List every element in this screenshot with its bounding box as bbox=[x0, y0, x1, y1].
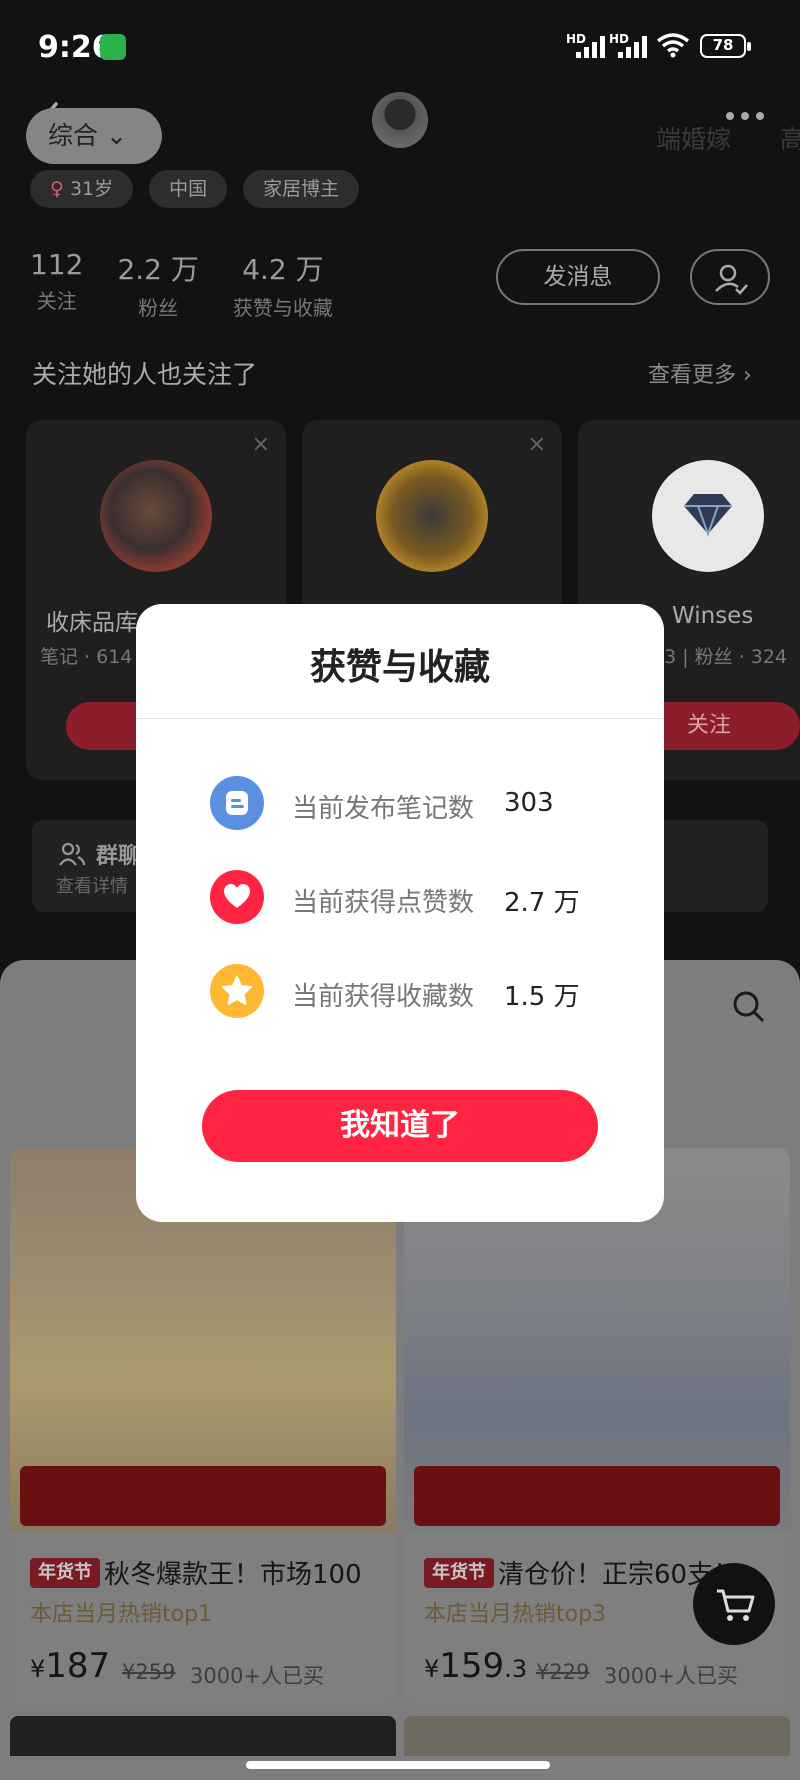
recommend-more-link[interactable]: 查看更多 › bbox=[648, 357, 752, 389]
recommend-sub: 笔记 · 614 bbox=[40, 646, 133, 668]
got-it-button[interactable]: 我知道了 bbox=[202, 1090, 598, 1162]
profile-stats: 112 关注 2.2 万 粉丝 4.2 万 获赞与收藏 bbox=[30, 248, 333, 321]
age-tag: ♀ 31岁 bbox=[30, 170, 134, 208]
sort-dropdown[interactable]: 综合 ⌄ bbox=[26, 108, 162, 164]
notes-count-value: 303 bbox=[504, 788, 554, 818]
wifi-icon bbox=[656, 33, 690, 58]
cart-icon bbox=[717, 1589, 755, 1621]
promo-banner bbox=[414, 1466, 780, 1526]
status-bar: 9:26 HD HD 78 bbox=[0, 0, 800, 90]
home-indicator[interactable] bbox=[246, 1761, 550, 1769]
message-button[interactable]: 发消息 bbox=[496, 249, 660, 305]
likes-count-value: 2.7 万 bbox=[504, 888, 580, 918]
more-icon[interactable] bbox=[726, 112, 766, 122]
notes-count-label: 当前发布笔记数 bbox=[292, 794, 475, 824]
avatar bbox=[652, 460, 764, 572]
product-subtitle: 本店当月热销top1 bbox=[30, 1602, 213, 1627]
promo-banner bbox=[20, 1466, 386, 1526]
promo-badge: 年货节 bbox=[30, 1558, 100, 1588]
recommend-title: 关注她的人也关注了 bbox=[32, 360, 258, 389]
collects-count-label: 当前获得收藏数 bbox=[292, 982, 475, 1012]
stat-likes[interactable]: 4.2 万 获赞与收藏 bbox=[233, 248, 333, 321]
group-title: 群聊 bbox=[96, 844, 141, 869]
sold-count: 3000+人已买 bbox=[604, 1664, 739, 1688]
original-price: ¥229 bbox=[536, 1660, 590, 1684]
product-price: ¥159.3 bbox=[424, 1646, 528, 1686]
collects-count-row: 当前获得收藏数 1.5 万 bbox=[210, 964, 610, 1020]
signal-icon-2 bbox=[614, 36, 652, 58]
group-icon bbox=[59, 842, 86, 866]
filter-item[interactable]: 高 bbox=[780, 120, 800, 156]
signal-icon bbox=[572, 36, 610, 58]
dialog-title: 获赞与收藏 bbox=[309, 647, 490, 688]
female-icon: ♀ bbox=[50, 178, 64, 200]
recommend-name: Winses bbox=[672, 603, 754, 629]
notes-icon bbox=[210, 776, 264, 830]
notes-count-row: 当前发布笔记数 303 bbox=[210, 776, 610, 832]
product-title: 秋冬爆款王！市场100 bbox=[104, 1560, 362, 1590]
star-icon bbox=[210, 964, 264, 1018]
promo-badge: 年货节 bbox=[424, 1558, 494, 1588]
close-icon[interactable]: × bbox=[528, 432, 546, 457]
product-card[interactable]: 年货节 秋冬爆款王！市场100 本店当月热销top1 ¥187 ¥259 300… bbox=[10, 1148, 396, 1704]
search-icon[interactable] bbox=[732, 990, 766, 1024]
region-tag: 中国 bbox=[149, 170, 228, 208]
heart-icon bbox=[210, 870, 264, 924]
user-check-icon bbox=[715, 264, 748, 295]
next-product-card[interactable] bbox=[10, 1716, 396, 1756]
stat-following[interactable]: 112 关注 bbox=[30, 248, 83, 321]
stat-fans[interactable]: 2.2 万 粉丝 bbox=[117, 248, 198, 321]
recommend-name: 收床品库 bbox=[46, 610, 138, 636]
likes-count-label: 当前获得点赞数 bbox=[292, 888, 475, 918]
battery-icon: 78 bbox=[700, 34, 751, 58]
product-subtitle: 本店当月热销top3 bbox=[424, 1602, 607, 1627]
profile-tags: ♀ 31岁 中国 家居博主 bbox=[30, 170, 360, 208]
divider bbox=[136, 718, 664, 719]
close-icon[interactable]: × bbox=[252, 432, 270, 457]
original-price: ¥259 bbox=[122, 1660, 176, 1684]
next-product-card[interactable] bbox=[404, 1716, 790, 1756]
collects-count-value: 1.5 万 bbox=[504, 982, 580, 1012]
sold-count: 3000+人已买 bbox=[190, 1664, 325, 1688]
likes-count-row: 当前获得点赞数 2.7 万 bbox=[210, 870, 610, 926]
recommend-sub: · 3 | 粉丝 · 324 bbox=[652, 646, 788, 668]
profile-avatar[interactable] bbox=[372, 92, 428, 148]
group-detail: 查看详情 bbox=[56, 876, 128, 897]
avatar bbox=[100, 460, 212, 572]
avatar bbox=[376, 460, 488, 572]
follow-user-button[interactable] bbox=[690, 249, 770, 305]
role-tag: 家居博主 bbox=[243, 170, 360, 208]
product-price: ¥187 bbox=[30, 1646, 111, 1686]
cart-button[interactable] bbox=[693, 1563, 775, 1645]
likes-collects-dialog: 获赞与收藏 当前发布笔记数 303 当前获得点赞数 2.7 万 当前获得收藏数 bbox=[136, 604, 664, 1222]
diamond-icon bbox=[684, 494, 732, 537]
shield-icon bbox=[100, 34, 126, 60]
filter-item[interactable]: 端婚嫁 bbox=[656, 120, 731, 156]
